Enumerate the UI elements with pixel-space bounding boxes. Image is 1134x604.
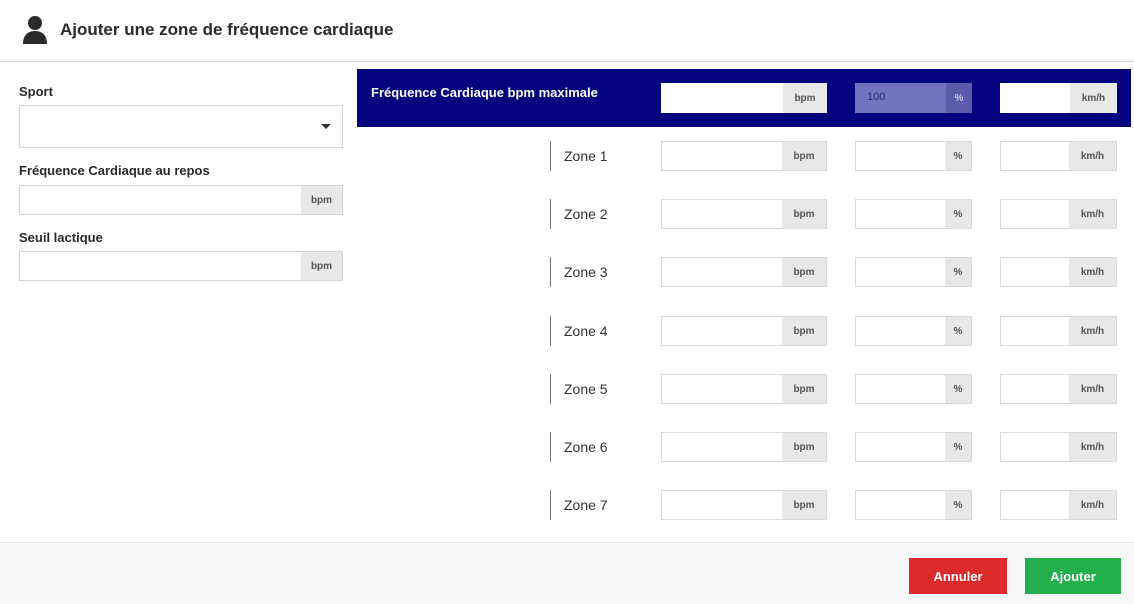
dialog-title: Ajouter une zone de fréquence cardiaque xyxy=(60,20,394,39)
zone-speed-unit: km/h xyxy=(1069,258,1116,286)
zone-bpm-input[interactable]: bpm xyxy=(661,316,827,346)
zone-bpm-unit: bpm xyxy=(782,317,826,345)
zone-bpm-input[interactable]: bpm xyxy=(661,199,827,229)
max-percent-value: 100 xyxy=(867,91,886,103)
cancel-button[interactable]: Annuler xyxy=(909,558,1007,594)
user-icon xyxy=(23,16,47,44)
zone-speed-unit: km/h xyxy=(1069,200,1116,228)
zone-percent-input[interactable]: % xyxy=(855,432,972,462)
max-hr-row: Fréquence Cardiaque bpm maximale bpm 100… xyxy=(357,69,1131,127)
sport-label: Sport xyxy=(19,84,53,99)
zone-label: Zone 1 xyxy=(550,141,608,171)
zone-percent-unit: % xyxy=(945,258,971,286)
lactate-threshold-label: Seuil lactique xyxy=(19,230,103,245)
zone-speed-input[interactable]: km/h xyxy=(1000,316,1117,346)
zone-bpm-unit: bpm xyxy=(782,375,826,403)
zone-speed-unit: km/h xyxy=(1069,491,1116,519)
zone-label: Zone 4 xyxy=(550,316,608,346)
zone-bpm-input[interactable]: bpm xyxy=(661,432,827,462)
zone-bpm-input[interactable]: bpm xyxy=(661,490,827,520)
max-speed-unit: km/h xyxy=(1070,83,1117,113)
zone-percent-input[interactable]: % xyxy=(855,490,972,520)
max-bpm-input[interactable]: bpm xyxy=(661,83,827,113)
zone-percent-unit: % xyxy=(945,491,971,519)
max-bpm-unit: bpm xyxy=(783,83,827,113)
zone-bpm-input[interactable]: bpm xyxy=(661,374,827,404)
zone-speed-input[interactable]: km/h xyxy=(1000,199,1117,229)
zone-bpm-unit: bpm xyxy=(782,200,826,228)
zone-label: Zone 2 xyxy=(550,199,608,229)
zone-bpm-unit: bpm xyxy=(782,142,826,170)
add-button[interactable]: Ajouter xyxy=(1025,558,1121,594)
zone-speed-unit: km/h xyxy=(1069,433,1116,461)
rest-hr-label: Fréquence Cardiaque au repos xyxy=(19,163,210,178)
zone-bpm-input[interactable]: bpm xyxy=(661,257,827,287)
zone-speed-input[interactable]: km/h xyxy=(1000,490,1117,520)
rest-hr-unit: bpm xyxy=(301,186,342,214)
sport-select[interactable] xyxy=(19,105,343,148)
dialog-header: Ajouter une zone de fréquence cardiaque xyxy=(0,0,1134,62)
zone-percent-unit: % xyxy=(945,375,971,403)
zone-speed-input[interactable]: km/h xyxy=(1000,257,1117,287)
max-percent-unit: % xyxy=(946,83,972,113)
zone-percent-input[interactable]: % xyxy=(855,257,972,287)
zone-percent-unit: % xyxy=(945,317,971,345)
zone-percent-input[interactable]: % xyxy=(855,199,972,229)
zone-percent-unit: % xyxy=(945,433,971,461)
zone-bpm-unit: bpm xyxy=(782,491,826,519)
zone-percent-input[interactable]: % xyxy=(855,141,972,171)
zone-label: Zone 5 xyxy=(550,374,608,404)
zone-label: Zone 6 xyxy=(550,432,608,462)
caret-down-icon xyxy=(321,124,331,129)
max-percent-input[interactable]: 100 % xyxy=(855,83,972,113)
rest-hr-input[interactable]: bpm xyxy=(19,185,343,215)
zone-percent-input[interactable]: % xyxy=(855,316,972,346)
zone-speed-input[interactable]: km/h xyxy=(1000,141,1117,171)
zone-label: Zone 3 xyxy=(550,257,608,287)
zone-speed-input[interactable]: km/h xyxy=(1000,374,1117,404)
zone-speed-unit: km/h xyxy=(1069,317,1116,345)
zone-bpm-input[interactable]: bpm xyxy=(661,141,827,171)
zone-speed-unit: km/h xyxy=(1069,142,1116,170)
zone-speed-input[interactable]: km/h xyxy=(1000,432,1117,462)
dialog-footer: Annuler Ajouter xyxy=(0,542,1134,604)
zone-bpm-unit: bpm xyxy=(782,433,826,461)
max-speed-input[interactable]: km/h xyxy=(1000,83,1117,113)
max-hr-label: Fréquence Cardiaque bpm maximale xyxy=(371,85,598,100)
zone-percent-unit: % xyxy=(945,200,971,228)
zone-speed-unit: km/h xyxy=(1069,375,1116,403)
zone-bpm-unit: bpm xyxy=(782,258,826,286)
zone-label: Zone 7 xyxy=(550,490,608,520)
lactate-threshold-unit: bpm xyxy=(301,252,342,280)
lactate-threshold-input[interactable]: bpm xyxy=(19,251,343,281)
zone-percent-unit: % xyxy=(945,142,971,170)
zone-percent-input[interactable]: % xyxy=(855,374,972,404)
